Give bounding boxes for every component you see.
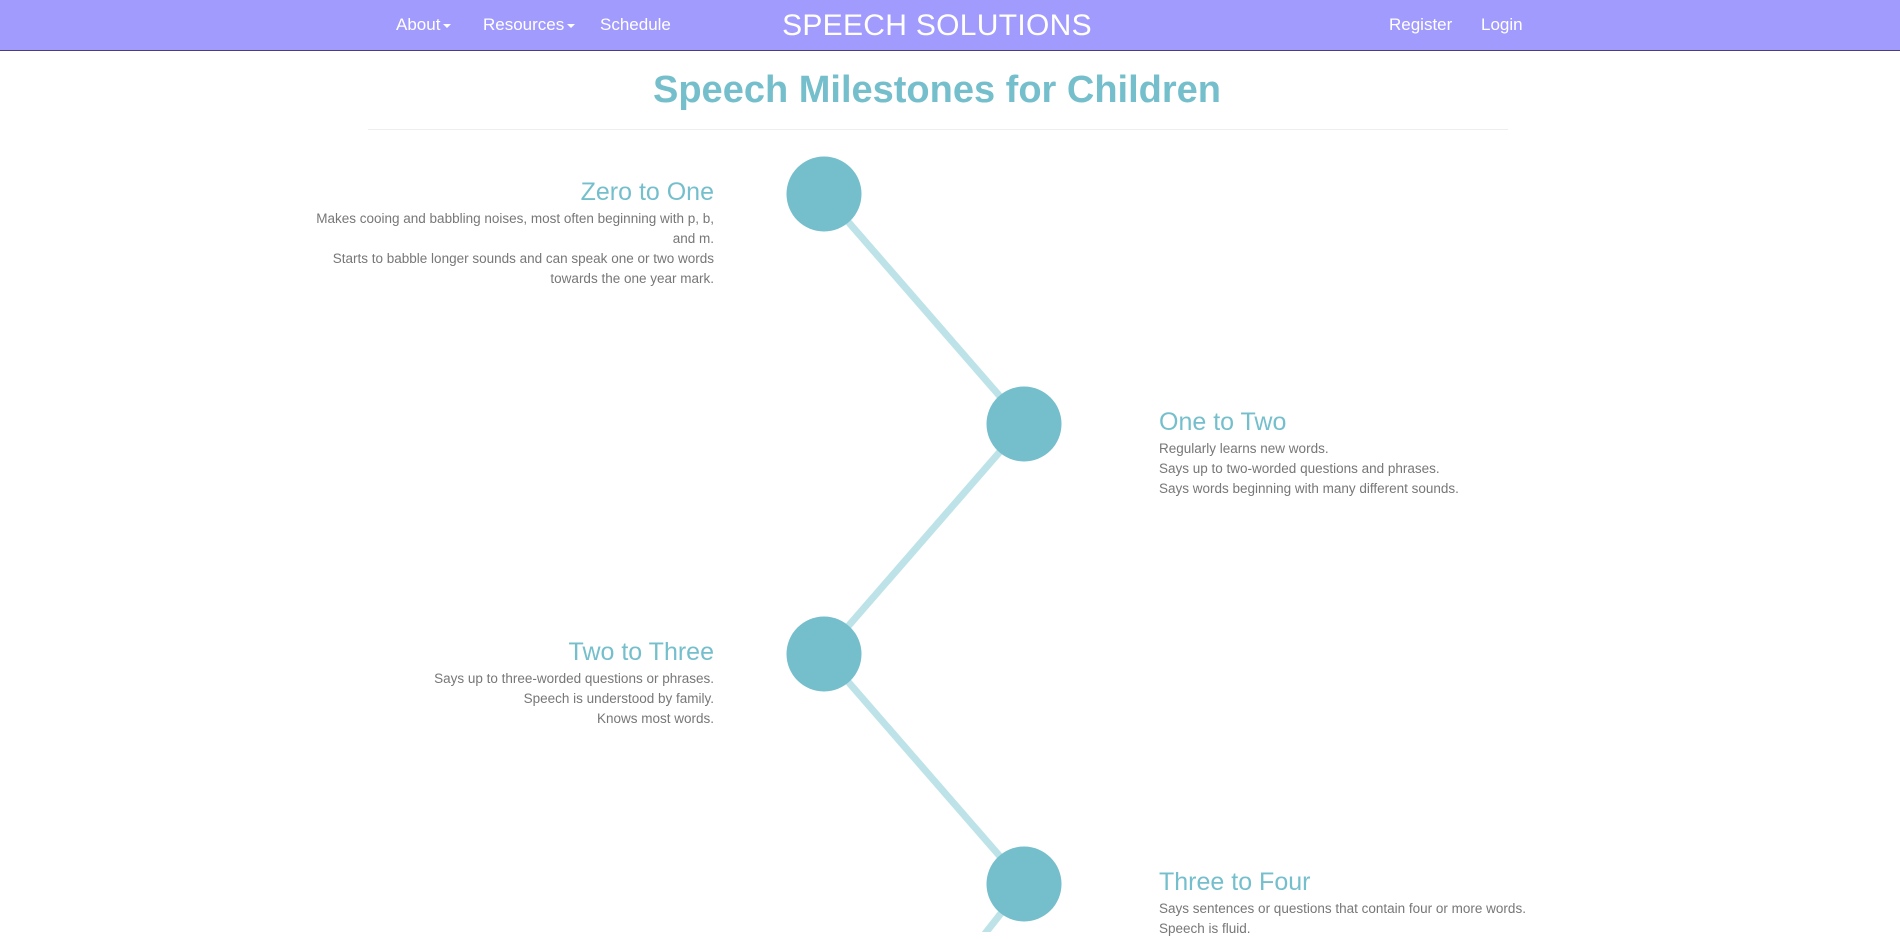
milestone-text: Says up to two-worded questions and phra… xyxy=(1159,461,1440,476)
milestone-three-to-four: Three to Four Says sentences or question… xyxy=(1159,867,1579,939)
milestone-text: Speech is fluid. xyxy=(1159,921,1251,936)
milestone-one-to-two: One to Two Regularly learns new words. S… xyxy=(1159,407,1559,499)
milestone-zero-to-one: Zero to One Makes cooing and babbling no… xyxy=(314,177,714,289)
milestone-text: Says up to three-worded questions or phr… xyxy=(434,671,714,686)
milestone-title: Zero to One xyxy=(580,178,714,206)
timeline-connector xyxy=(821,651,1027,887)
milestone-text: Starts to babble longer sounds and can s… xyxy=(332,251,714,286)
milestone-two-to-three: Two to Three Says up to three-worded que… xyxy=(314,637,714,729)
milestone-text: Says sentences or questions that contain… xyxy=(1159,901,1526,916)
milestone-text: Speech is understood by family. xyxy=(523,691,714,706)
timeline-graphic xyxy=(786,156,1062,932)
milestone-node xyxy=(786,616,862,692)
milestone-title: One to Two xyxy=(1159,408,1287,436)
milestone-text: Regularly learns new words. xyxy=(1159,441,1329,456)
timeline-connector xyxy=(821,421,1027,657)
milestone-text: Makes cooing and babbling noises, most o… xyxy=(316,211,714,246)
milestone-text: Knows most words. xyxy=(596,711,714,726)
milestone-title: Three to Four xyxy=(1159,868,1311,896)
milestone-node xyxy=(986,386,1062,462)
milestone-node xyxy=(986,846,1062,922)
milestone-text: Says words beginning with many different… xyxy=(1159,481,1459,496)
timeline-connector xyxy=(821,191,1027,427)
milestone-node xyxy=(786,156,862,232)
milestone-title: Two to Three xyxy=(568,638,714,666)
